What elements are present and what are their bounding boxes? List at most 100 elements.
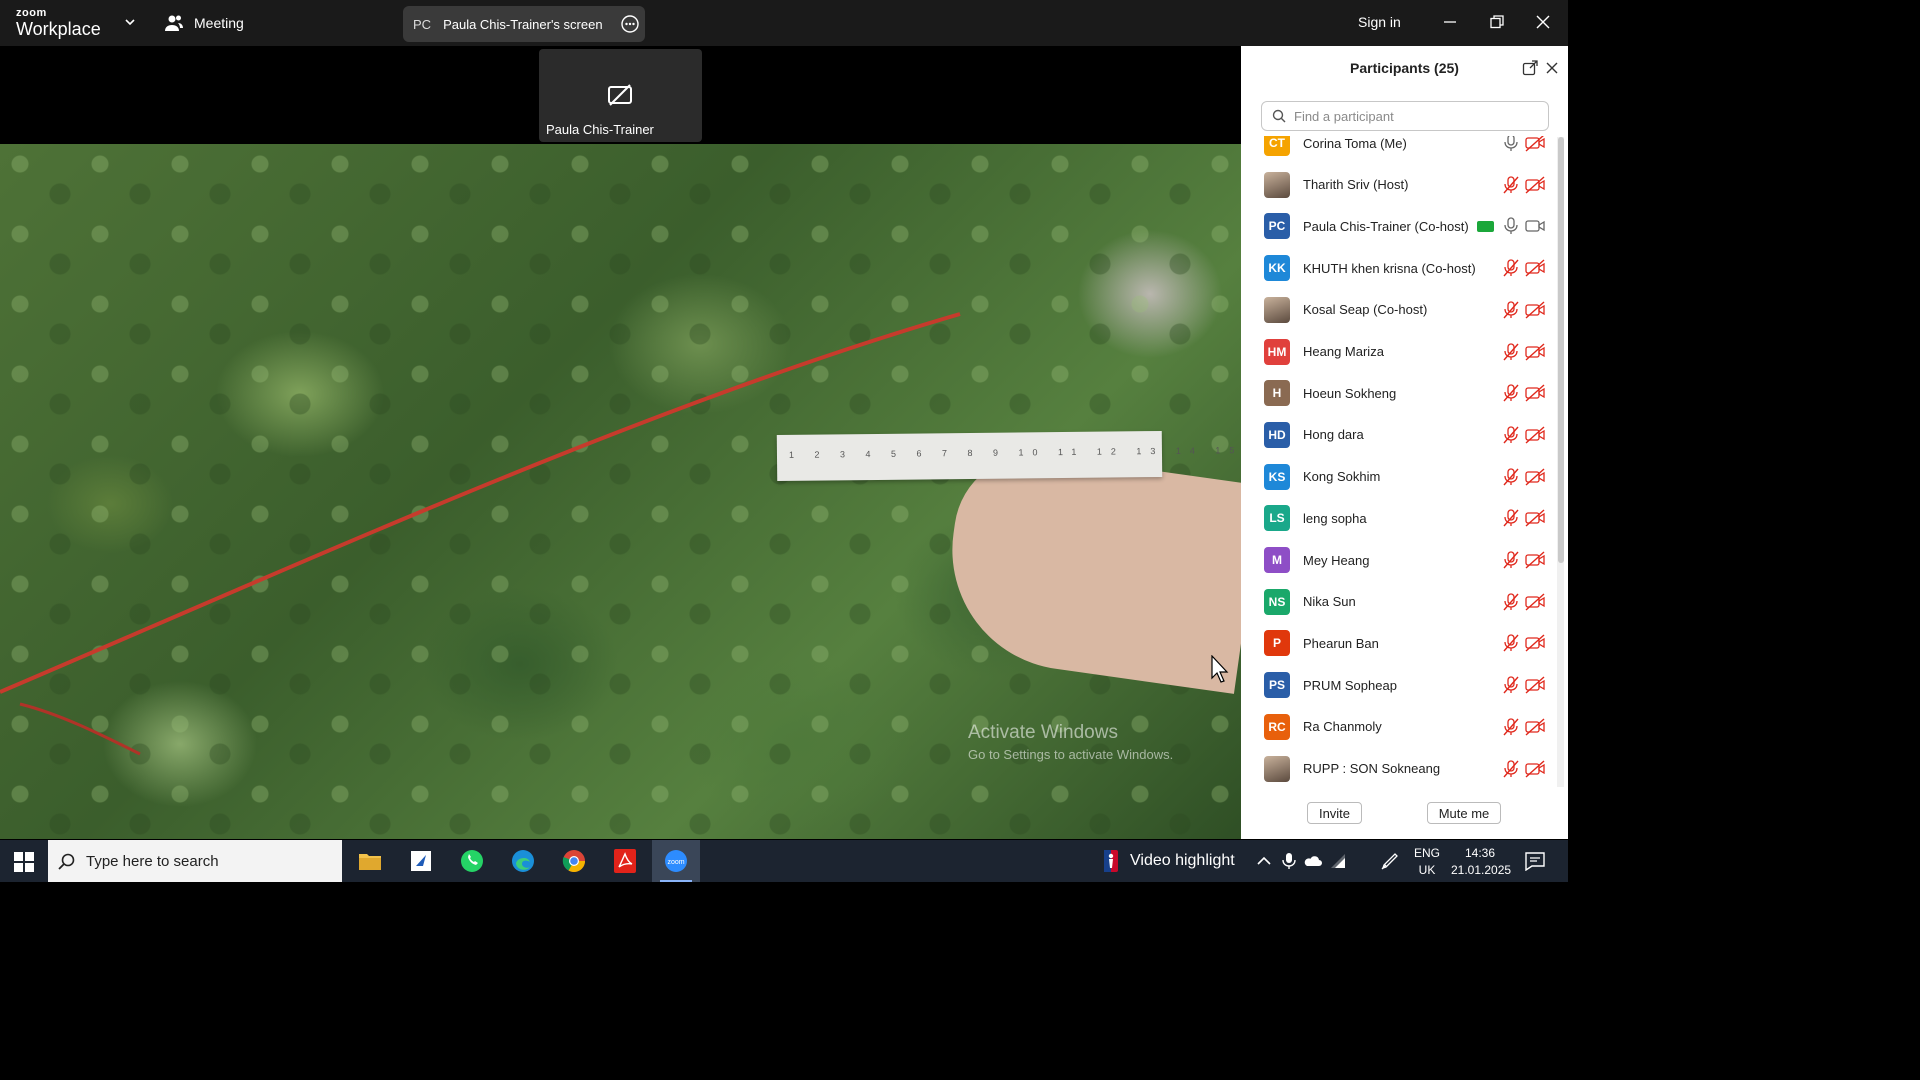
taskbar-search-placeholder: Type here to search <box>86 852 219 870</box>
video-camera-off-icon[interactable] <box>1525 301 1545 319</box>
microphone-muted-icon[interactable] <box>1503 176 1519 194</box>
taskbar-acrobat[interactable] <box>601 840 649 882</box>
participant-search-input[interactable] <box>1292 107 1536 125</box>
participant-row[interactable]: PS PRUM Sopheap <box>1241 665 1557 705</box>
language-indicator[interactable]: ENG UK <box>1414 845 1440 879</box>
taskbar-edge[interactable] <box>499 840 547 882</box>
participant-row[interactable]: M Mey Heang <box>1241 540 1557 580</box>
close-window-button[interactable] <box>1531 10 1555 34</box>
participant-name: Nika Sun <box>1303 594 1356 610</box>
participant-search[interactable] <box>1261 101 1549 131</box>
participant-row[interactable]: PC Paula Chis-Trainer (Co-host) <box>1241 206 1557 246</box>
microphone-muted-icon[interactable] <box>1503 718 1519 736</box>
meeting-menu[interactable]: Meeting <box>164 12 244 34</box>
minimize-button[interactable] <box>1438 10 1462 34</box>
participant-row[interactable]: Tharith Sriv (Host) <box>1241 165 1557 205</box>
participants-scroll-thumb[interactable] <box>1558 137 1564 563</box>
participant-row[interactable]: P Phearun Ban <box>1241 623 1557 663</box>
avatar: P <box>1264 630 1290 657</box>
participant-row[interactable]: KS Kong Sokhim <box>1241 457 1557 497</box>
ruler: 1 2 3 4 5 6 7 8 9 10 11 12 13 14 15 16 1… <box>776 430 1241 482</box>
chevron-down-icon[interactable] <box>122 14 138 30</box>
chrome-icon <box>562 850 585 872</box>
microphone-muted-icon[interactable] <box>1503 467 1519 486</box>
pen-icon[interactable] <box>1381 852 1399 870</box>
participant-list: CT Corina Toma (Me) Tharith Sriv (Host) PC P… <box>1241 136 1557 834</box>
participant-name: Kosal Seap (Co-host) <box>1303 302 1428 318</box>
participant-row[interactable]: NS Nika Sun <box>1241 582 1557 622</box>
screen-share-icon <box>1477 220 1494 232</box>
restore-button[interactable] <box>1485 10 1509 34</box>
video-camera-off-icon[interactable] <box>1525 259 1545 277</box>
taskbar-whatsapp[interactable] <box>448 840 496 882</box>
microphone-muted-icon[interactable] <box>1503 593 1519 611</box>
video-camera-off-icon[interactable] <box>1525 176 1545 194</box>
invite-button[interactable]: Invite <box>1307 802 1362 824</box>
participant-row[interactable]: RUPP : SON Sokneang <box>1241 749 1557 789</box>
avatar: PS <box>1264 672 1290 699</box>
participant-row[interactable]: HD Hong dara <box>1241 415 1557 455</box>
wifi-icon[interactable] <box>1329 852 1347 870</box>
video-camera-off-icon[interactable] <box>1525 468 1545 486</box>
video-camera-off-icon[interactable] <box>1525 718 1545 736</box>
microphone-muted-icon[interactable] <box>1503 676 1519 694</box>
participants-title: Participants (25) <box>1350 60 1459 76</box>
microphone-muted-icon[interactable] <box>1503 342 1519 361</box>
microphone-muted-icon[interactable] <box>1503 426 1519 444</box>
microphone-icon[interactable] <box>1503 136 1519 152</box>
avatar: CT <box>1264 136 1290 156</box>
taskbar-search[interactable]: Type here to search <box>48 840 342 882</box>
participant-row[interactable]: CT Corina Toma (Me) <box>1241 136 1557 163</box>
microphone-muted-icon[interactable] <box>1503 384 1519 402</box>
zoom-icon: zoom <box>665 850 687 872</box>
microphone-muted-icon[interactable] <box>1503 551 1519 569</box>
sign-in-link[interactable]: Sign in <box>1358 14 1401 30</box>
screen-initials: PC <box>413 16 432 32</box>
video-camera-off-icon[interactable] <box>1525 342 1545 361</box>
microphone-icon[interactable] <box>1503 217 1519 235</box>
chevron-up-icon[interactable] <box>1255 852 1273 870</box>
microphone-muted-icon[interactable] <box>1503 259 1519 277</box>
video-camera-off-icon[interactable] <box>1525 634 1545 652</box>
taskbar-zoom[interactable]: zoom <box>652 840 700 882</box>
avatar: RC <box>1264 713 1290 740</box>
participant-row[interactable]: Kosal Seap (Co-host) <box>1241 290 1557 330</box>
microphone-tray-icon[interactable] <box>1280 852 1298 870</box>
video-camera-off-icon[interactable] <box>1525 509 1545 527</box>
taskbar-file-explorer[interactable] <box>346 840 394 882</box>
video-camera-off-icon[interactable] <box>1525 676 1545 694</box>
watermark-title: Activate Windows <box>968 722 1118 743</box>
video-camera-off-icon[interactable] <box>1525 384 1545 402</box>
close-panel-icon[interactable] <box>1544 60 1560 76</box>
video-camera-off-icon[interactable] <box>1525 426 1545 444</box>
microphone-muted-icon[interactable] <box>1503 759 1519 778</box>
onedrive-icon[interactable] <box>1304 852 1322 870</box>
participant-row[interactable]: HM Heang Mariza <box>1241 332 1557 372</box>
video-highlight-widget[interactable]: Video highlight <box>1104 850 1235 872</box>
system-clock[interactable]: 14:36 21.01.2025 <box>1451 845 1511 879</box>
more-options-icon[interactable] <box>621 15 639 33</box>
microphone-muted-icon[interactable] <box>1503 301 1519 319</box>
shared-screen-pill[interactable]: PC Paula Chis-Trainer's screen <box>403 6 645 42</box>
video-camera-icon[interactable] <box>1525 217 1545 235</box>
participant-row[interactable]: H Hoeun Sokheng <box>1241 373 1557 413</box>
taskbar-chrome[interactable] <box>550 840 598 882</box>
popout-icon[interactable] <box>1522 60 1538 76</box>
participant-row[interactable]: KK KHUTH khen krisna (Co-host) <box>1241 248 1557 288</box>
participant-row[interactable]: LS leng sopha <box>1241 498 1557 538</box>
speaker-thumbnail[interactable]: Paula Chis-Trainer <box>539 49 702 142</box>
video-camera-off-icon[interactable] <box>1525 551 1545 569</box>
windows-start-icon[interactable] <box>14 852 34 872</box>
video-camera-off-icon[interactable] <box>1525 593 1545 611</box>
taskbar-app-blue[interactable] <box>397 840 445 882</box>
participant-row[interactable]: RC Ra Chanmoly <box>1241 707 1557 747</box>
title-bar: zoom Workplace Meeting PC Paula Chis-Tra… <box>0 0 1568 46</box>
video-camera-off-icon[interactable] <box>1525 759 1545 778</box>
zoom-workplace-logo[interactable]: zoom Workplace <box>16 8 101 40</box>
mute-me-button[interactable]: Mute me <box>1427 802 1501 824</box>
microphone-muted-icon[interactable] <box>1503 634 1519 652</box>
notification-icon[interactable] <box>1524 851 1546 871</box>
microphone-muted-icon[interactable] <box>1503 509 1519 527</box>
video-camera-off-icon[interactable] <box>1525 136 1545 152</box>
participants-panel: Participants (25) CT Corina Toma (Me) Thar… <box>1241 46 1568 839</box>
